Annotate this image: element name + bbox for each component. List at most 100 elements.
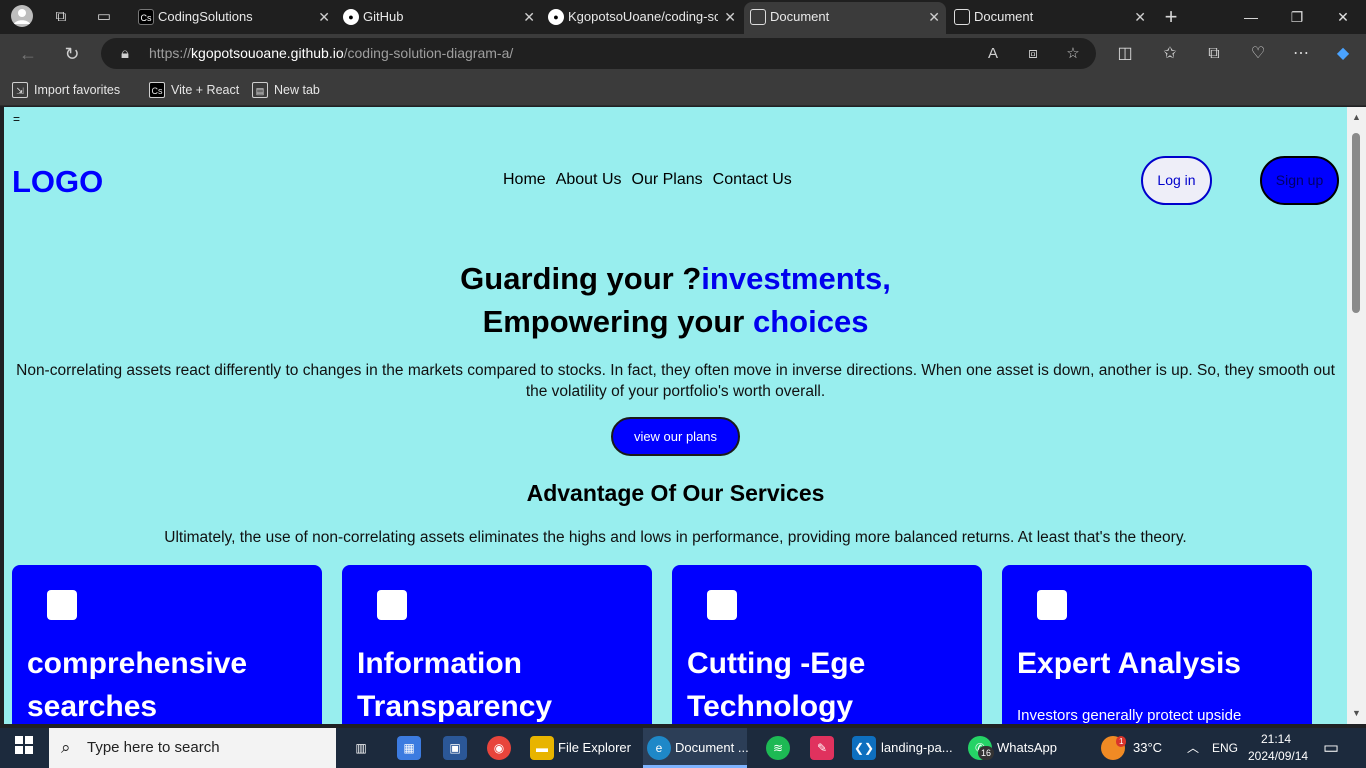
github-icon: ●: [343, 9, 359, 25]
card-icon: [377, 590, 407, 620]
taskbar-whatsapp[interactable]: ✆ 16 WhatsApp: [968, 728, 1057, 768]
restore-button[interactable]: ❐: [1274, 0, 1320, 34]
card-icon: [1037, 590, 1067, 620]
favorite-star-icon[interactable]: ☆: [1061, 42, 1085, 66]
url-path: /coding-solution-diagram-a/: [343, 45, 514, 61]
store-icon[interactable]: ▦: [397, 736, 421, 760]
document-icon: [750, 9, 766, 25]
notifications-icon[interactable]: ▭: [1323, 728, 1339, 768]
notification-badge: 16: [978, 746, 995, 760]
page-scrollbar[interactable]: ▲ ▼: [1347, 107, 1366, 724]
app-icon[interactable]: ✎: [810, 736, 834, 760]
browser-essentials-icon[interactable]: ♡: [1245, 42, 1271, 66]
close-icon[interactable]: ✕: [318, 2, 330, 32]
tab-actions-icon[interactable]: ▭: [92, 5, 116, 29]
workspaces-icon[interactable]: ⧉: [49, 5, 73, 29]
document-icon: [954, 9, 970, 25]
taskbar-app-label: Document ...: [675, 740, 749, 755]
copilot-icon[interactable]: ◆: [1330, 42, 1356, 66]
scroll-up-icon[interactable]: ▲: [1347, 109, 1366, 125]
url-text[interactable]: https://kgopotsouoane.github.io/coding-s…: [149, 38, 513, 69]
tab-document-active[interactable]: Document ✕: [744, 2, 946, 34]
site-logo[interactable]: LOGO: [12, 164, 103, 200]
card-icon: [47, 590, 77, 620]
close-icon[interactable]: ✕: [523, 2, 535, 32]
close-window-button[interactable]: ✕: [1320, 0, 1366, 34]
show-hidden-icons-chevron-icon[interactable]: ︿: [1187, 728, 1199, 768]
login-button[interactable]: Log in: [1141, 156, 1212, 205]
codingsolutions-favicon-icon: Cs: [138, 9, 154, 25]
tab-title: GitHub: [363, 9, 404, 24]
url-host: kgopotsouoane.github.io: [191, 45, 344, 61]
taskbar-file-explorer[interactable]: ▬ File Explorer: [530, 728, 631, 768]
minimize-button[interactable]: —: [1228, 0, 1274, 34]
tab-github[interactable]: ● GitHub ✕: [337, 2, 541, 34]
tab-title: CodingSolutions: [158, 9, 253, 24]
taskbar-vscode[interactable]: ❮❯ landing-pa...: [852, 728, 953, 768]
advantage-heading: Advantage Of Our Services: [526, 480, 825, 506]
close-icon[interactable]: ✕: [1134, 2, 1146, 32]
language-indicator[interactable]: ENG: [1212, 728, 1238, 768]
tab-document[interactable]: Document ✕: [948, 2, 1152, 34]
favorites-bar: ⇲ Import favorites Cs Vite + React ▤ New…: [0, 74, 1366, 106]
clock-date: 2024/09/14: [1248, 749, 1309, 763]
edge-icon: e: [647, 736, 671, 760]
taskbar-edge-document[interactable]: e Document ...: [643, 728, 749, 768]
task-view-icon[interactable]: ▥: [349, 736, 373, 760]
back-arrow-icon[interactable]: ←: [15, 42, 41, 66]
taskbar-app-label: File Explorer: [558, 740, 631, 755]
more-menu-icon[interactable]: ⋯: [1288, 42, 1314, 66]
new-tab-plus-icon[interactable]: +: [1159, 5, 1183, 29]
tab-github-repo[interactable]: ● KgopotsoUoane/coding-sc ✕: [542, 2, 742, 34]
lock-icon[interactable]: 🔒︎: [113, 42, 137, 66]
profile-avatar-icon[interactable]: [10, 5, 34, 29]
favorites-icon[interactable]: ✩: [1157, 42, 1183, 66]
tab-codingsolutions[interactable]: Cs CodingSolutions ✕: [132, 2, 336, 34]
weather-widget[interactable]: 1 33°C: [1101, 728, 1162, 768]
nav-our-plans[interactable]: Our Plans: [632, 171, 703, 188]
split-screen-icon[interactable]: ◫: [1112, 42, 1138, 66]
advantage-paragraph: Ultimately, the use of non-correlating a…: [164, 529, 1187, 546]
hero-line2-accent: choices: [752, 304, 869, 339]
nav-home[interactable]: Home: [503, 171, 546, 188]
url-scheme: https://: [149, 45, 192, 61]
card-title: Information Transparency: [357, 647, 553, 723]
close-icon[interactable]: ✕: [724, 2, 736, 32]
taskbar-app-label: WhatsApp: [997, 740, 1057, 755]
favorite-import[interactable]: ⇲ Import favorites: [12, 80, 120, 100]
close-icon[interactable]: ✕: [928, 2, 940, 32]
favorite-label: New tab: [274, 83, 320, 97]
scroll-down-icon[interactable]: ▼: [1347, 705, 1366, 721]
hero-line1: Guarding your ?: [460, 261, 702, 296]
spotify-icon[interactable]: ≋: [766, 736, 790, 760]
card-title: Cutting -Ege Technology: [687, 647, 866, 723]
favorite-new-tab[interactable]: ▤ New tab: [252, 80, 320, 100]
read-aloud-icon[interactable]: A: [981, 42, 1005, 66]
hero-paragraph: Non-correlating assets react differently…: [16, 362, 1335, 400]
system-clock[interactable]: 21:14 2024/09/14: [1248, 731, 1309, 765]
card-text: Investors generally protect upside: [1017, 707, 1242, 724]
favorite-label: Vite + React: [171, 83, 240, 97]
tab-title: Document: [770, 9, 830, 24]
service-card: Information Transparency: [342, 565, 652, 724]
address-bar[interactable]: 🔒︎ https://kgopotsouoane.github.io/codin…: [101, 38, 1096, 69]
search-icon: ⌕: [61, 738, 71, 757]
favorite-vite-react[interactable]: Cs Vite + React: [149, 80, 239, 100]
scrollbar-thumb[interactable]: [1352, 133, 1360, 313]
nav-contact-us[interactable]: Contact Us: [713, 171, 792, 188]
control-panel-icon[interactable]: ▣: [443, 736, 467, 760]
folder-icon: ▬: [530, 736, 554, 760]
chrome-icon[interactable]: ◉: [487, 736, 511, 760]
browser-tab-bar: ⧉ ▭ Cs CodingSolutions ✕ ● GitHub ✕ ● Kg…: [0, 0, 1366, 34]
refresh-icon[interactable]: ↻: [59, 42, 85, 66]
app-available-icon[interactable]: ⧈: [1021, 42, 1045, 66]
menu-toggle[interactable]: =: [13, 112, 20, 126]
temperature: 33°C: [1133, 740, 1163, 755]
taskbar-search[interactable]: ⌕ Type here to search: [49, 728, 336, 768]
collections-icon[interactable]: ⧉: [1201, 42, 1227, 66]
nav-about-us[interactable]: About Us: [556, 171, 622, 188]
signup-button[interactable]: Sign up: [1260, 156, 1339, 205]
address-toolbar: ← ↻ 🔒︎ https://kgopotsouoane.github.io/c…: [0, 34, 1366, 74]
view-plans-button[interactable]: view our plans: [611, 417, 740, 456]
windows-start-icon[interactable]: [12, 736, 36, 760]
